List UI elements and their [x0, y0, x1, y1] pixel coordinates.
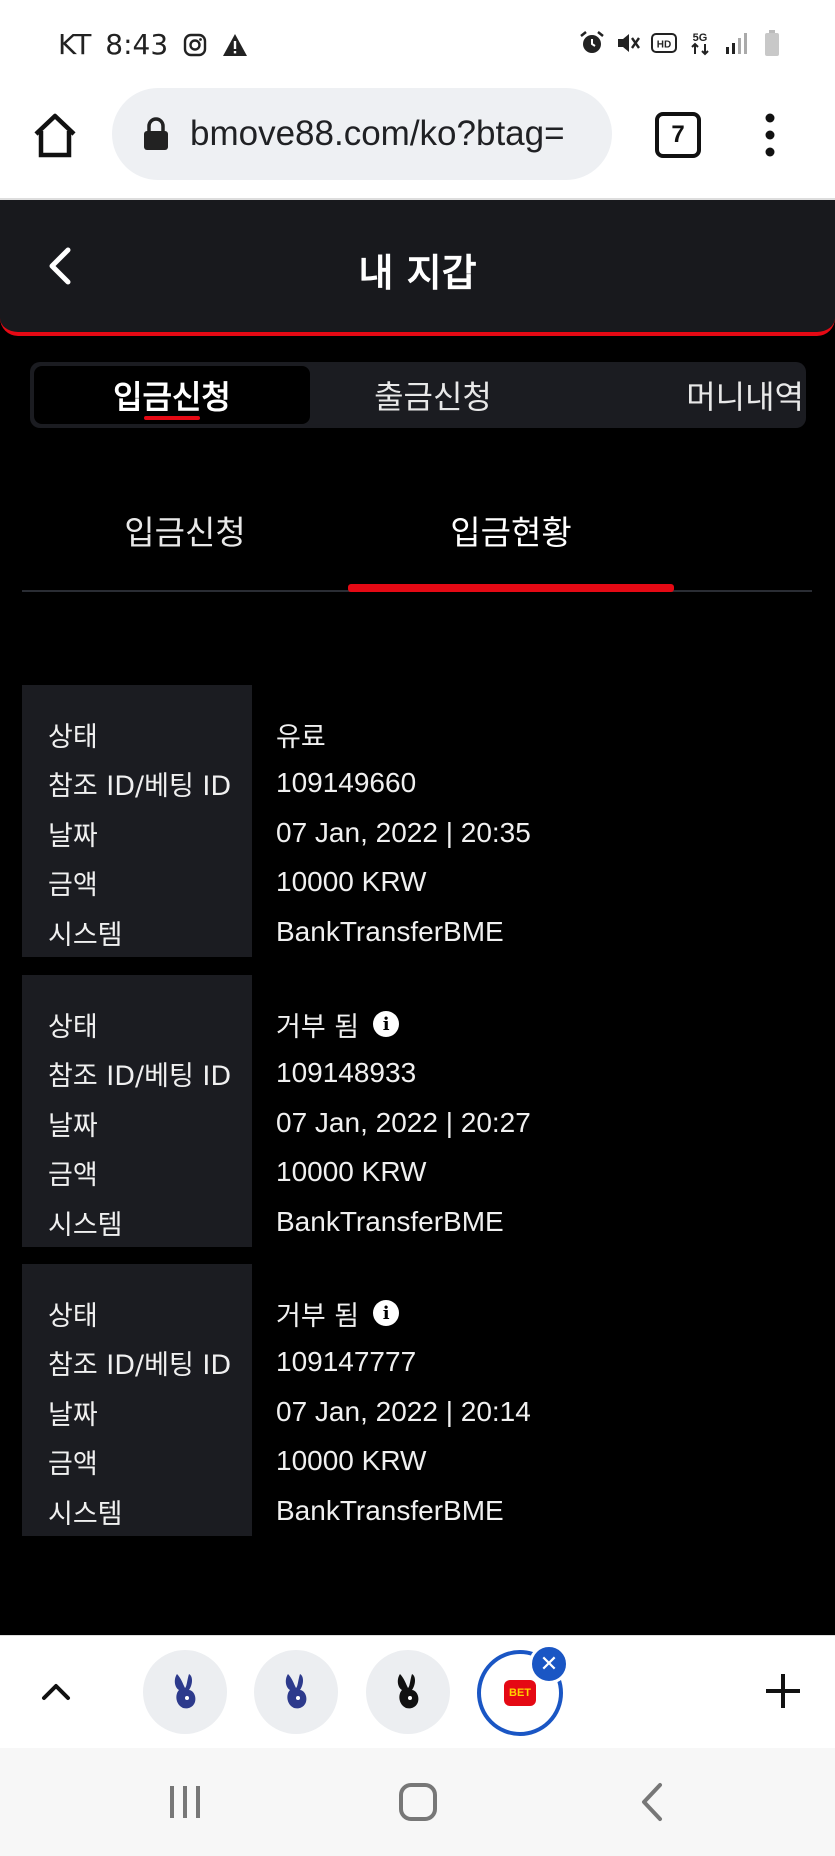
- ref-id-label: 참조 ID/베팅 ID: [48, 770, 232, 802]
- system-value: BankTransferBME: [276, 1495, 504, 1526]
- svg-text:5G: 5G: [693, 32, 708, 44]
- bunny-icon: [285, 1674, 307, 1709]
- tab-withdrawal-request[interactable]: 출금신청: [310, 366, 556, 424]
- ref-id-value: 109149660: [276, 767, 417, 798]
- date-value: 07 Jan, 2022 | 20:14: [276, 1396, 531, 1427]
- ref-id-label: 참조 ID/베팅 ID: [48, 1060, 232, 1092]
- amount-value: 10000 KRW: [276, 1445, 427, 1476]
- close-bubble-icon[interactable]: ✕: [529, 1644, 569, 1684]
- status-text: 유료: [276, 721, 326, 753]
- amount-label: 금액: [48, 1159, 98, 1191]
- app-bubble[interactable]: [366, 1650, 450, 1734]
- recent-apps-icon[interactable]: [160, 1782, 210, 1822]
- status-text: 거부 됨: [276, 1011, 360, 1043]
- status-right: HD 5G: [579, 30, 785, 56]
- instagram-icon: [182, 32, 208, 58]
- bunny-icon: [397, 1674, 419, 1709]
- status-bar: KT 8:43 HD 5G: [0, 0, 835, 80]
- home-icon[interactable]: [30, 110, 80, 160]
- date-label: 날짜: [48, 820, 98, 852]
- info-icon[interactable]: i: [373, 1011, 400, 1037]
- status-left: KT 8:43: [58, 28, 248, 61]
- status-label: 상태: [48, 1300, 98, 1332]
- clock: 8:43: [105, 28, 169, 61]
- info-icon[interactable]: i: [373, 1300, 400, 1326]
- tab-money-history[interactable]: 머니내역: [556, 366, 804, 424]
- subtab-label: 입금현황: [450, 513, 572, 552]
- tab-label: 머니내역: [686, 378, 804, 416]
- svg-text:HD: HD: [657, 40, 671, 51]
- signal-icon: [723, 30, 749, 56]
- bunny-icon: [174, 1674, 196, 1709]
- app-bubble[interactable]: [254, 1650, 338, 1734]
- status-label: 상태: [48, 721, 98, 753]
- tab-switcher-button[interactable]: 7: [655, 112, 701, 158]
- subtab-deposit-request[interactable]: 입금신청: [22, 500, 348, 560]
- app-bubble-active[interactable]: BET ✕: [477, 1644, 569, 1736]
- status-value: 거부 됨 i: [276, 1002, 400, 1046]
- bet-logo: BET: [504, 1680, 536, 1706]
- lock-icon: [142, 117, 170, 151]
- amount-value: 10000 KRW: [276, 1156, 427, 1187]
- ref-id-label: 참조 ID/베팅 ID: [48, 1349, 232, 1381]
- deposit-sub-tabs: 입금신청 입금현황: [22, 480, 812, 592]
- app-header: 내 지갑: [0, 200, 835, 336]
- system-value: BankTransferBME: [276, 916, 504, 947]
- browser-toolbar: bmove88.com/ko?btag= 7: [0, 80, 835, 200]
- deposit-record: 상태 참조 ID/베팅 ID 날짜 금액 시스템 거부 됨 i 10914893…: [22, 975, 812, 1247]
- subtab-deposit-status[interactable]: 입금현황: [348, 500, 674, 560]
- home-nav-icon[interactable]: [393, 1782, 443, 1822]
- chevron-up-icon[interactable]: [38, 1674, 74, 1710]
- amount-label: 금액: [48, 869, 98, 901]
- warning-icon: [222, 32, 248, 58]
- alarm-icon: [579, 30, 605, 56]
- ref-id-value: 109147777: [276, 1346, 417, 1377]
- more-options-icon[interactable]: [758, 110, 782, 160]
- 5g-icon: 5G: [687, 30, 713, 56]
- tab-label: 입금신청: [113, 378, 231, 416]
- system-label: 시스템: [48, 1498, 123, 1530]
- deposit-record: 상태 참조 ID/베팅 ID 날짜 금액 시스템 거부 됨 i 10914777…: [22, 1264, 812, 1536]
- add-icon[interactable]: [758, 1666, 808, 1716]
- amount-value: 10000 KRW: [276, 866, 427, 897]
- subtab-label: 입금신청: [124, 513, 246, 552]
- system-label: 시스템: [48, 919, 123, 951]
- carrier-label: KT: [58, 28, 92, 61]
- date-value: 07 Jan, 2022 | 20:35: [276, 817, 531, 848]
- ref-id-value: 109148933: [276, 1057, 417, 1088]
- date-label: 날짜: [48, 1399, 98, 1431]
- battery-icon: [759, 30, 785, 56]
- tab-deposit-request[interactable]: 입금신청: [34, 366, 310, 424]
- url-text[interactable]: bmove88.com/ko?btag=: [190, 114, 565, 154]
- active-tab-underline: [144, 416, 200, 420]
- status-label: 상태: [48, 1011, 98, 1043]
- deposit-record: 상태 참조 ID/베팅 ID 날짜 금액 시스템 유료 109149660 07…: [22, 685, 812, 957]
- back-nav-icon[interactable]: [628, 1782, 678, 1822]
- status-text: 거부 됨: [276, 1300, 360, 1332]
- amount-label: 금액: [48, 1448, 98, 1480]
- app-bubble[interactable]: [143, 1650, 227, 1734]
- tab-label: 출금신청: [374, 378, 492, 416]
- system-value: BankTransferBME: [276, 1206, 504, 1237]
- system-label: 시스템: [48, 1209, 123, 1241]
- status-value: 거부 됨 i: [276, 1291, 400, 1335]
- hd-icon: HD: [651, 30, 677, 56]
- page-title: 내 지갑: [358, 251, 477, 295]
- address-bar[interactable]: bmove88.com/ko?btag=: [112, 88, 612, 180]
- status-value: 유료: [276, 712, 326, 756]
- system-navigation-bar: [0, 1748, 835, 1856]
- floating-bubble-bar: BET ✕: [0, 1635, 835, 1748]
- date-label: 날짜: [48, 1110, 98, 1142]
- mute-icon: [615, 30, 641, 56]
- wallet-tabs: 입금신청 출금신청 머니내역: [30, 362, 806, 428]
- date-value: 07 Jan, 2022 | 20:27: [276, 1107, 531, 1138]
- active-subtab-indicator: [348, 584, 674, 592]
